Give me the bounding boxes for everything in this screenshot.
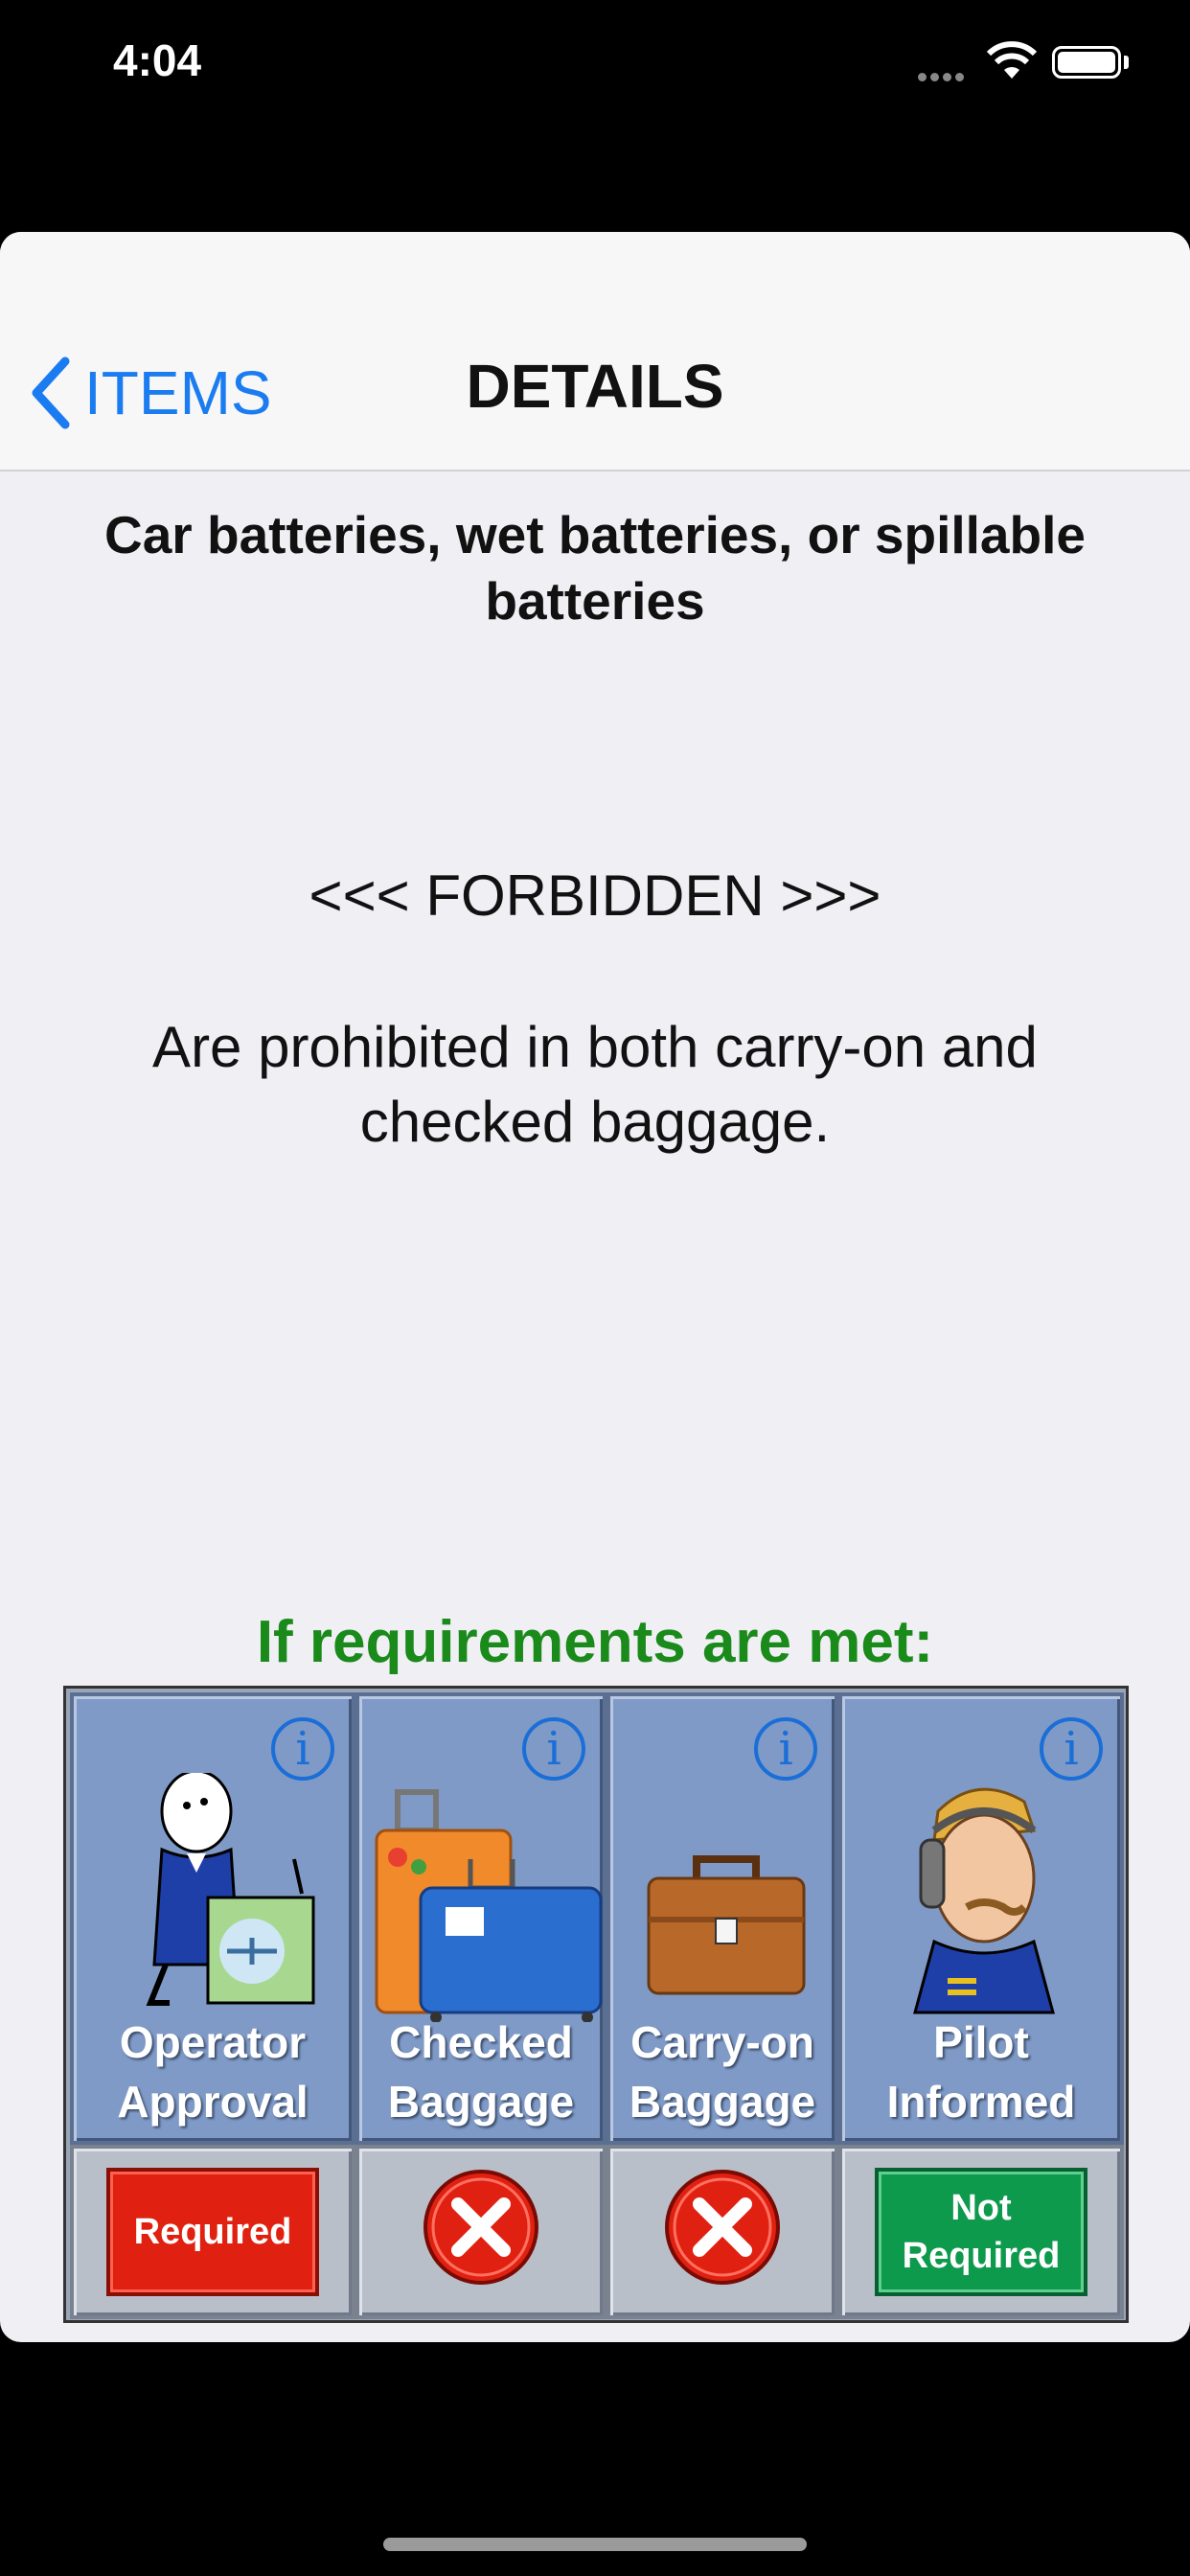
checked-baggage-label: Checked Baggage [387,2017,575,2127]
carry-on-baggage-label: Carry-on Baggage [629,2017,816,2127]
pilot-informed-status-cell: Not Required [838,2145,1124,2319]
pilot-informed-cell: i Pilot Informed [838,1692,1124,2145]
not-required-badge: Not Required [875,2168,1087,2296]
operator-approval-status-cell: Required [70,2145,355,2319]
not-allowed-icon [665,2170,780,2285]
carry-on-baggage-cell: i Carry-on Baggage [606,1692,838,2145]
wifi-icon [986,41,1038,79]
luggage-illustration [375,1789,603,2022]
home-indicator[interactable] [383,2538,807,2551]
page-title: DETAILS [466,352,724,421]
status-time: 4:04 [113,35,202,85]
carry-on-baggage-status-cell [606,2145,838,2319]
checked-baggage-status-cell [355,2145,606,2319]
navigation-bar: ITEMS DETAILS [0,232,1190,472]
cellular-signal-icon [918,69,968,86]
item-title: Car batteries, wet batteries, or spillab… [104,505,1086,631]
item-description: Are prohibited in both carry-on and chec… [152,1015,1038,1154]
battery-tip [1124,56,1129,69]
checked-baggage-cell: i Checked Baggage [355,1692,606,2145]
pilot-informed-label: Pilot Informed [886,2017,1076,2127]
details-sheet: ITEMS DETAILS Car batteries, wet batteri… [0,232,1190,2342]
not-allowed-icon [423,2170,538,2285]
info-icon[interactable]: i [522,1717,585,1781]
battery-icon [1052,46,1121,79]
operator-approval-label: Operator Approval [117,2017,309,2127]
info-icon[interactable]: i [1040,1717,1103,1781]
briefcase-illustration [647,1855,806,1995]
required-badge: Required [106,2168,319,2296]
forbidden-status: <<< FORBIDDEN >>> [309,863,881,928]
requirements-heading: If requirements are met: [256,1609,934,1675]
info-icon[interactable]: i [754,1717,817,1781]
operator-approval-cell: i Operator Approval [70,1692,355,2145]
pilot-illustration [913,1787,1055,2014]
operator-illustration [146,1773,315,2006]
info-icon[interactable]: i [271,1717,334,1781]
requirements-grid: i Operator Approval Required i Checked B… [63,1686,1129,2323]
